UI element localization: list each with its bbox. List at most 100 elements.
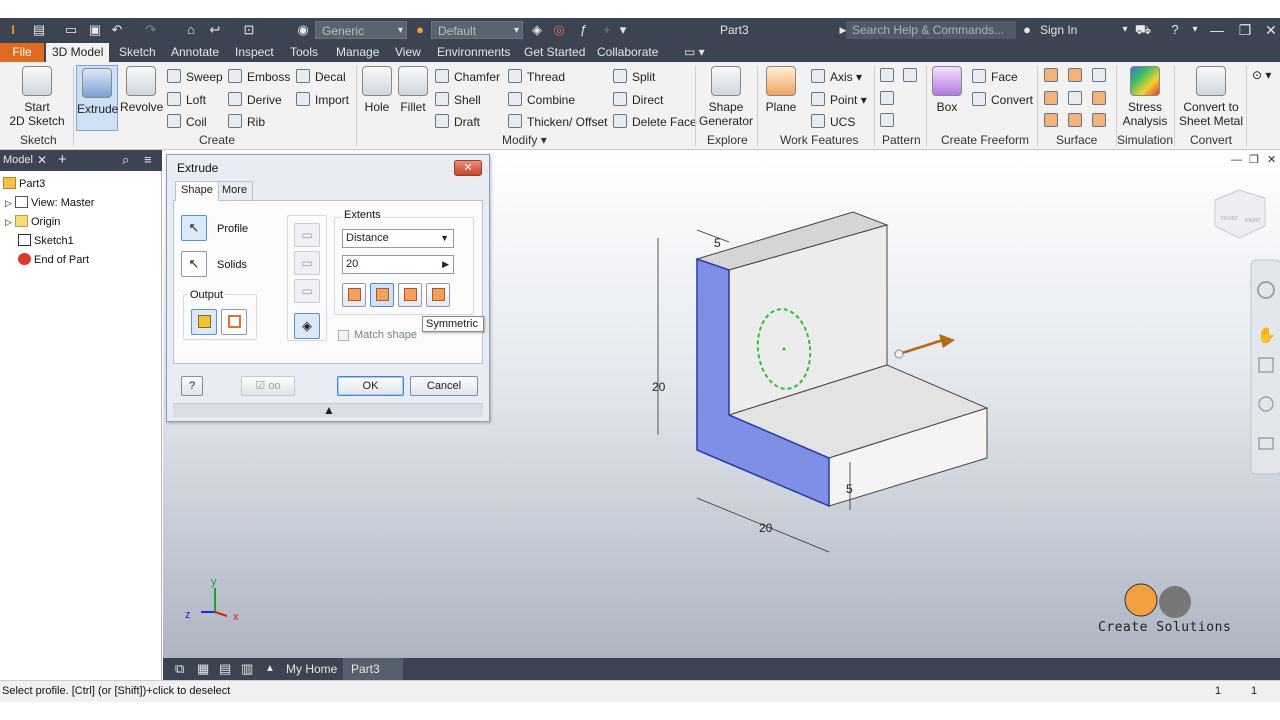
ok-button[interactable]: OK — [337, 376, 404, 396]
sketch-pattern-button[interactable] — [880, 113, 899, 128]
chevron-right-icon[interactable]: ▷ — [5, 198, 12, 208]
tab-inspect[interactable]: Inspect — [229, 43, 280, 62]
surface-tool-9-button[interactable] — [1092, 113, 1111, 128]
add-icon[interactable]: + — [58, 151, 67, 168]
tab-tools[interactable]: Tools — [284, 43, 324, 62]
surface-tool-5-button[interactable] — [1068, 91, 1087, 106]
start-2d-sketch-button[interactable]: Start 2D Sketch — [6, 66, 68, 128]
ribbon-options-icon[interactable]: ▭ ▾ — [678, 43, 711, 62]
home-icon[interactable]: ⌂ — [182, 21, 200, 39]
dialog-expand-bar[interactable]: ▲ — [173, 403, 483, 417]
circular-pattern-button[interactable] — [880, 91, 899, 106]
convert-to-sheet-metal-button[interactable]: Convert to Sheet Metal — [1178, 66, 1244, 128]
draft-button[interactable]: Draft — [435, 114, 480, 129]
hole-button[interactable]: Hole — [360, 66, 394, 128]
direction-symmetric-button[interactable] — [398, 283, 422, 307]
freeform-convert-button[interactable]: Convert — [972, 92, 1033, 107]
ucs-button[interactable]: UCS — [811, 114, 855, 129]
distance-input[interactable]: 20 ▶ — [342, 255, 454, 274]
rectangular-pattern-button[interactable] — [880, 68, 899, 83]
adjust-icon[interactable]: ◈ — [528, 21, 546, 39]
viewport-minimize-icon[interactable]: — — [1231, 154, 1242, 166]
tree-item-sketch1[interactable]: Sketch1 — [18, 234, 74, 247]
surface-tool-6-button[interactable] — [1092, 91, 1111, 106]
viewport-close-icon[interactable]: ✕ — [1267, 153, 1276, 166]
help-dropdown-icon[interactable]: ▾ — [1186, 21, 1204, 39]
close-icon[interactable]: ✕ — [1258, 21, 1280, 39]
dimension-height[interactable]: 20 — [652, 380, 666, 394]
tab-environments[interactable]: Environments — [431, 43, 516, 62]
surface-tool-7-button[interactable] — [1044, 113, 1063, 128]
coil-button[interactable]: Coil — [167, 114, 207, 129]
derive-button[interactable]: Derive — [228, 92, 282, 107]
menu-icon[interactable]: ≡ — [144, 152, 152, 167]
chamfer-button[interactable]: Chamfer — [435, 69, 500, 84]
tree-item-end-of-part[interactable]: End of Part — [18, 253, 89, 266]
tab-annotate[interactable]: Annotate — [165, 43, 225, 62]
clear-override-icon[interactable]: ◎ — [550, 21, 568, 39]
tab-part3[interactable]: Part3 ✕ — [343, 658, 403, 698]
new-solid-button[interactable]: ◈ — [294, 313, 320, 339]
import-button[interactable]: Import — [296, 92, 349, 107]
freeform-face-button[interactable]: Face — [972, 69, 1018, 84]
select-filter-icon[interactable]: ⊡ — [240, 21, 258, 39]
axis-button[interactable]: Axis ▾ — [811, 69, 862, 84]
sign-in-dropdown-icon[interactable]: ▾ — [1116, 21, 1134, 39]
tab-manage[interactable]: Manage — [330, 43, 385, 62]
join-button[interactable]: ▭ — [294, 223, 320, 247]
decal-button[interactable]: Decal — [296, 69, 346, 84]
freeform-box-button[interactable]: Box — [930, 66, 964, 128]
thicken-offset-button[interactable]: Thicken/ Offset — [508, 114, 607, 129]
profile-select-button[interactable]: ↖ — [181, 215, 207, 241]
solids-select-button[interactable]: ↖ — [181, 251, 207, 277]
surface-tool-3-button[interactable] — [1092, 68, 1111, 83]
search-input[interactable]: Search Help & Commands... — [846, 21, 1016, 39]
save-icon[interactable]: ▣ — [86, 21, 104, 39]
tree-item-origin[interactable]: ▷ Origin — [5, 215, 60, 228]
output-solid-button[interactable] — [191, 309, 217, 335]
dimension-width[interactable]: 20 — [759, 521, 773, 535]
thread-button[interactable]: Thread — [508, 69, 565, 84]
minimize-icon[interactable]: — — [1204, 21, 1230, 39]
shape-generator-button[interactable]: Shape Generator — [698, 66, 754, 128]
app-logo-icon[interactable]: I — [4, 21, 22, 39]
fx-parameters-icon[interactable]: ƒ — [574, 21, 592, 39]
restore-icon[interactable]: ❐ — [1232, 21, 1258, 39]
open-folder-icon[interactable]: ▭ — [62, 21, 80, 39]
plane-button[interactable]: Plane — [762, 66, 800, 128]
tab-sketch[interactable]: Sketch — [113, 43, 162, 62]
search-icon[interactable]: ⌕ — [122, 152, 129, 168]
split-button[interactable]: Split — [613, 69, 655, 84]
tab-view[interactable]: View — [389, 43, 427, 62]
surface-tool-2-button[interactable] — [1068, 68, 1087, 83]
chevron-right-icon[interactable]: ▷ — [5, 217, 12, 227]
tab-collaborate[interactable]: Collaborate — [591, 43, 664, 62]
group-label-modify[interactable]: Modify ▾ — [502, 133, 547, 147]
help-button[interactable]: ? — [181, 376, 203, 396]
tab-more[interactable]: More — [216, 181, 254, 200]
output-surface-button[interactable] — [221, 309, 247, 335]
appearance-combo[interactable]: Default — [431, 21, 523, 40]
tab-get-started[interactable]: Get Started — [518, 43, 591, 62]
new-file-icon[interactable]: ▤ — [30, 21, 48, 39]
close-icon[interactable]: ✕ — [37, 153, 47, 167]
emboss-button[interactable]: Emboss — [228, 69, 290, 84]
return-icon[interactable]: ↩ — [206, 21, 224, 39]
mirror-button[interactable] — [903, 68, 922, 83]
direction-arrow[interactable] — [898, 338, 944, 356]
sweep-button[interactable]: Sweep — [167, 69, 223, 84]
fillet-button[interactable]: Fillet — [396, 66, 430, 128]
shell-button[interactable]: Shell — [435, 92, 481, 107]
stress-analysis-button[interactable]: Stress Analysis — [1120, 66, 1170, 128]
tree-item-view-master[interactable]: ▷ View: Master — [5, 196, 94, 209]
tab-3d-model[interactable]: 3D Model — [46, 43, 110, 62]
direction-default-button[interactable] — [342, 283, 366, 307]
extrude-button[interactable]: Extrude — [76, 65, 118, 131]
sign-in-link[interactable]: Sign In — [1040, 21, 1077, 39]
direction-asymmetric-button[interactable] — [426, 283, 450, 307]
tab-shape[interactable]: Shape — [175, 181, 219, 201]
loft-button[interactable]: Loft — [167, 92, 206, 107]
rib-button[interactable]: Rib — [228, 114, 265, 129]
tree-item-part[interactable]: Part3 — [3, 177, 45, 190]
dialog-close-button[interactable]: ✕ — [454, 160, 482, 176]
